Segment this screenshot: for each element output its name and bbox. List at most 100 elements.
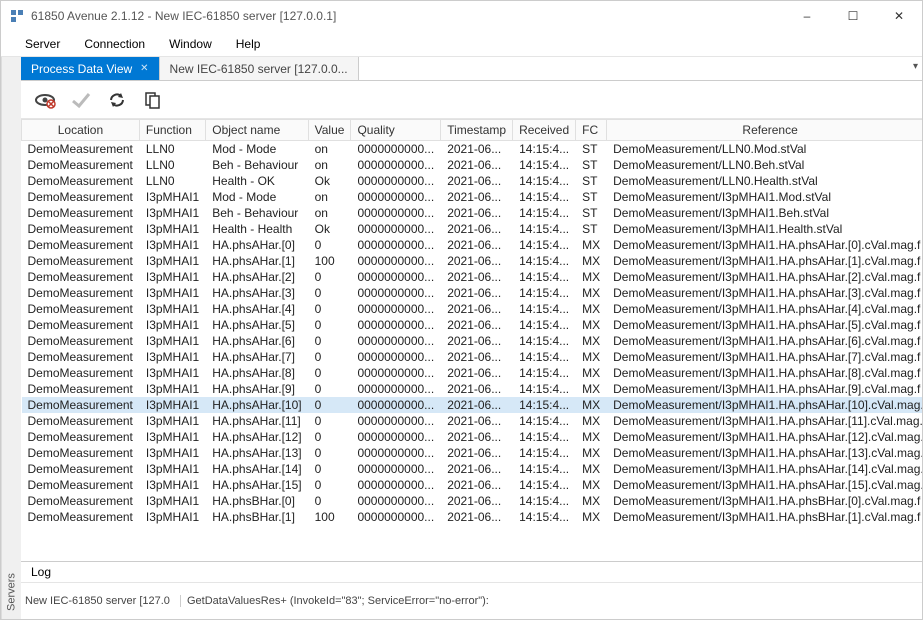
copy-icon[interactable]: [139, 86, 167, 114]
col-reference[interactable]: Reference: [607, 120, 922, 141]
table-cell: I3pMHAI1: [139, 237, 205, 253]
table-row[interactable]: DemoMeasurementLLN0Mod - Modeon000000000…: [22, 141, 923, 158]
table-cell: 14:15:4...: [513, 349, 576, 365]
table-row[interactable]: DemoMeasurementI3pMHAI1HA.phsAHar.[12]00…: [22, 429, 923, 445]
table-row[interactable]: DemoMeasurementI3pMHAI1HA.phsAHar.[8]000…: [22, 365, 923, 381]
col-timestamp[interactable]: Timestamp: [441, 120, 513, 141]
table-cell: I3pMHAI1: [139, 253, 205, 269]
table-row[interactable]: DemoMeasurementI3pMHAI1HA.phsAHar.[7]000…: [22, 349, 923, 365]
table-cell: 0: [308, 317, 351, 333]
table-cell: 100: [308, 253, 351, 269]
table-row[interactable]: DemoMeasurementI3pMHAI1HA.phsAHar.[13]00…: [22, 445, 923, 461]
menu-help[interactable]: Help: [224, 33, 273, 55]
maximize-button[interactable]: ☐: [830, 1, 876, 31]
table-cell: MX: [576, 269, 607, 285]
table-row[interactable]: DemoMeasurementI3pMHAI1HA.phsAHar.[11]00…: [22, 413, 923, 429]
table-cell: 2021-06...: [441, 269, 513, 285]
tab-process-data-view[interactable]: Process Data View ✕: [21, 57, 160, 80]
table-row[interactable]: DemoMeasurementI3pMHAI1HA.phsAHar.[1]100…: [22, 253, 923, 269]
table-cell: 2021-06...: [441, 349, 513, 365]
col-object-name[interactable]: Object name: [206, 120, 308, 141]
table-cell: 2021-06...: [441, 509, 513, 525]
table-cell: DemoMeasurement/I3pMHAI1.HA.phsAHar.[11]…: [607, 413, 922, 429]
data-table-scroll[interactable]: Location Function Object name Value Qual…: [21, 119, 922, 561]
refresh-icon[interactable]: [103, 86, 131, 114]
tab-server[interactable]: New IEC-61850 server [127.0.0...: [160, 57, 359, 80]
table-row[interactable]: DemoMeasurementI3pMHAI1HA.phsAHar.[14]00…: [22, 461, 923, 477]
table-cell: 0: [308, 381, 351, 397]
table-cell: MX: [576, 413, 607, 429]
table-row[interactable]: DemoMeasurementI3pMHAI1HA.phsAHar.[3]000…: [22, 285, 923, 301]
table-row[interactable]: DemoMeasurementLLN0Health - OKOk00000000…: [22, 173, 923, 189]
table-cell: 14:15:4...: [513, 173, 576, 189]
table-cell: Beh - Behaviour: [206, 205, 308, 221]
tab-dropdown-icon[interactable]: ▾: [913, 61, 918, 72]
table-cell: 14:15:4...: [513, 397, 576, 413]
table-cell: I3pMHAI1: [139, 413, 205, 429]
table-cell: HA.phsAHar.[8]: [206, 365, 308, 381]
table-cell: 0000000000...: [351, 221, 441, 237]
table-cell: I3pMHAI1: [139, 461, 205, 477]
table-cell: I3pMHAI1: [139, 365, 205, 381]
table-cell: LLN0: [139, 173, 205, 189]
table-cell: MX: [576, 429, 607, 445]
col-location[interactable]: Location: [22, 120, 140, 141]
table-cell: 0000000000...: [351, 381, 441, 397]
table-row[interactable]: DemoMeasurementI3pMHAI1HA.phsAHar.[4]000…: [22, 301, 923, 317]
table-row[interactable]: DemoMeasurementI3pMHAI1HA.phsAHar.[6]000…: [22, 333, 923, 349]
table-header-row: Location Function Object name Value Qual…: [22, 120, 923, 141]
table-row[interactable]: DemoMeasurementI3pMHAI1Health - HealthOk…: [22, 221, 923, 237]
minimize-button[interactable]: –: [784, 1, 830, 31]
table-cell: 0000000000...: [351, 141, 441, 158]
check-icon[interactable]: [67, 86, 95, 114]
table-cell: Beh - Behaviour: [206, 157, 308, 173]
col-received[interactable]: Received: [513, 120, 576, 141]
table-cell: 14:15:4...: [513, 461, 576, 477]
menu-server[interactable]: Server: [13, 33, 72, 55]
log-row: New IEC-61850 server [127.0 GetDataValue…: [21, 583, 922, 619]
eye-disable-icon[interactable]: [31, 86, 59, 114]
table-cell: 2021-06...: [441, 237, 513, 253]
table-row[interactable]: DemoMeasurementI3pMHAI1HA.phsAHar.[10]00…: [22, 397, 923, 413]
table-cell: DemoMeasurement: [22, 509, 140, 525]
menu-window[interactable]: Window: [157, 33, 224, 55]
table-cell: 14:15:4...: [513, 189, 576, 205]
menu-connection[interactable]: Connection: [72, 33, 157, 55]
table-cell: DemoMeasurement: [22, 413, 140, 429]
table-row[interactable]: DemoMeasurementI3pMHAI1HA.phsBHar.[0]000…: [22, 493, 923, 509]
table-cell: DemoMeasurement/I3pMHAI1.HA.phsAHar.[0].…: [607, 237, 922, 253]
log-header[interactable]: Log: [21, 562, 922, 583]
table-cell: MX: [576, 381, 607, 397]
table-cell: 2021-06...: [441, 413, 513, 429]
table-row[interactable]: DemoMeasurementI3pMHAI1HA.phsBHar.[1]100…: [22, 509, 923, 525]
table-cell: MX: [576, 349, 607, 365]
table-row[interactable]: DemoMeasurementI3pMHAI1HA.phsAHar.[0]000…: [22, 237, 923, 253]
table-row[interactable]: DemoMeasurementI3pMHAI1HA.phsAHar.[9]000…: [22, 381, 923, 397]
col-function[interactable]: Function: [139, 120, 205, 141]
table-cell: 14:15:4...: [513, 253, 576, 269]
table-cell: 0: [308, 333, 351, 349]
table-row[interactable]: DemoMeasurementI3pMHAI1HA.phsAHar.[15]00…: [22, 477, 923, 493]
table-row[interactable]: DemoMeasurementI3pMHAI1HA.phsAHar.[2]000…: [22, 269, 923, 285]
col-fc[interactable]: FC: [576, 120, 607, 141]
table-cell: DemoMeasurement: [22, 317, 140, 333]
col-quality[interactable]: Quality: [351, 120, 441, 141]
table-cell: MX: [576, 509, 607, 525]
table-cell: MX: [576, 365, 607, 381]
table-cell: 0000000000...: [351, 477, 441, 493]
table-cell: 2021-06...: [441, 173, 513, 189]
table-cell: 2021-06...: [441, 189, 513, 205]
col-value[interactable]: Value: [308, 120, 351, 141]
table-cell: ST: [576, 173, 607, 189]
table-cell: Ok: [308, 173, 351, 189]
close-button[interactable]: ✕: [876, 1, 922, 31]
table-cell: DemoMeasurement/I3pMHAI1.HA.phsAHar.[15]…: [607, 477, 922, 493]
table-row[interactable]: DemoMeasurementI3pMHAI1Beh - Behaviouron…: [22, 205, 923, 221]
table-cell: DemoMeasurement: [22, 429, 140, 445]
tab-close-icon[interactable]: ✕: [140, 63, 148, 74]
table-row[interactable]: DemoMeasurementI3pMHAI1Mod - Modeon00000…: [22, 189, 923, 205]
table-cell: 0000000000...: [351, 173, 441, 189]
side-tab-servers[interactable]: Servers: [1, 57, 21, 619]
table-row[interactable]: DemoMeasurementI3pMHAI1HA.phsAHar.[5]000…: [22, 317, 923, 333]
table-row[interactable]: DemoMeasurementLLN0Beh - Behaviouron0000…: [22, 157, 923, 173]
